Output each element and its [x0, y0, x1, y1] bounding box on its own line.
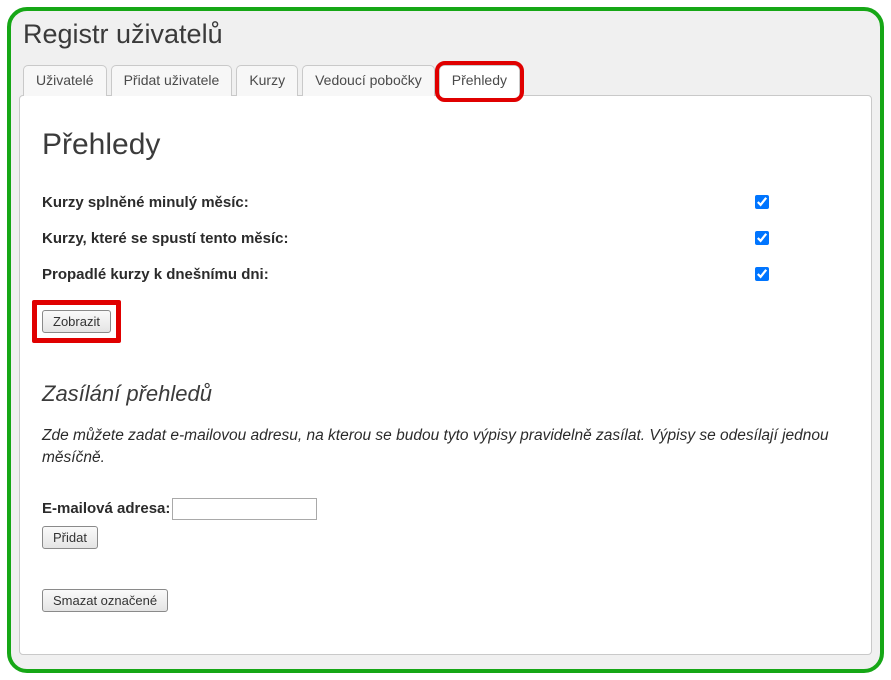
option-row-expired-today: Propadlé kurzy k dnešnímu dni:	[42, 260, 812, 288]
email-input[interactable]	[172, 498, 317, 520]
email-row: E-mailová adresa:	[42, 498, 849, 520]
mailing-description: Zde můžete zadat e-mailovou adresu, na k…	[42, 425, 842, 470]
tab-uzivatele[interactable]: Uživatelé	[23, 65, 107, 96]
tab-kurzy[interactable]: Kurzy	[236, 65, 298, 96]
option-label: Propadlé kurzy k dnešnímu dni:	[42, 266, 269, 283]
tab-bar: Uživatelé Přidat uživatele Kurzy Vedoucí…	[17, 64, 874, 95]
content-panel: Přehledy Kurzy splněné minulý měsíc: Kur…	[19, 95, 872, 655]
option-row-completed-last-month: Kurzy splněné minulý měsíc:	[42, 188, 812, 216]
tab-prehledy[interactable]: Přehledy	[439, 65, 520, 96]
show-button[interactable]: Zobrazit	[42, 310, 111, 333]
option-checkbox-completed-last-month[interactable]	[755, 195, 769, 209]
app-frame: Registr uživatelů Uživatelé Přidat uživa…	[7, 7, 884, 673]
tab-pridat-uzivatele[interactable]: Přidat uživatele	[111, 65, 233, 96]
option-checkbox-expired-today[interactable]	[755, 267, 769, 281]
mailing-title: Zasílání přehledů	[42, 381, 849, 407]
add-button[interactable]: Přidat	[42, 526, 98, 549]
option-checkbox-starting-this-month[interactable]	[755, 231, 769, 245]
email-label: E-mailová adresa:	[42, 500, 170, 517]
delete-selected-button[interactable]: Smazat označené	[42, 589, 168, 612]
tab-vedouci-pobocky[interactable]: Vedoucí pobočky	[302, 65, 435, 96]
option-label: Kurzy splněné minulý měsíc:	[42, 194, 249, 211]
option-label: Kurzy, které se spustí tento měsíc:	[42, 230, 288, 247]
option-row-starting-this-month: Kurzy, které se spustí tento měsíc:	[42, 224, 812, 252]
section-title: Přehledy	[42, 128, 849, 162]
page-title: Registr uživatelů	[17, 13, 874, 64]
